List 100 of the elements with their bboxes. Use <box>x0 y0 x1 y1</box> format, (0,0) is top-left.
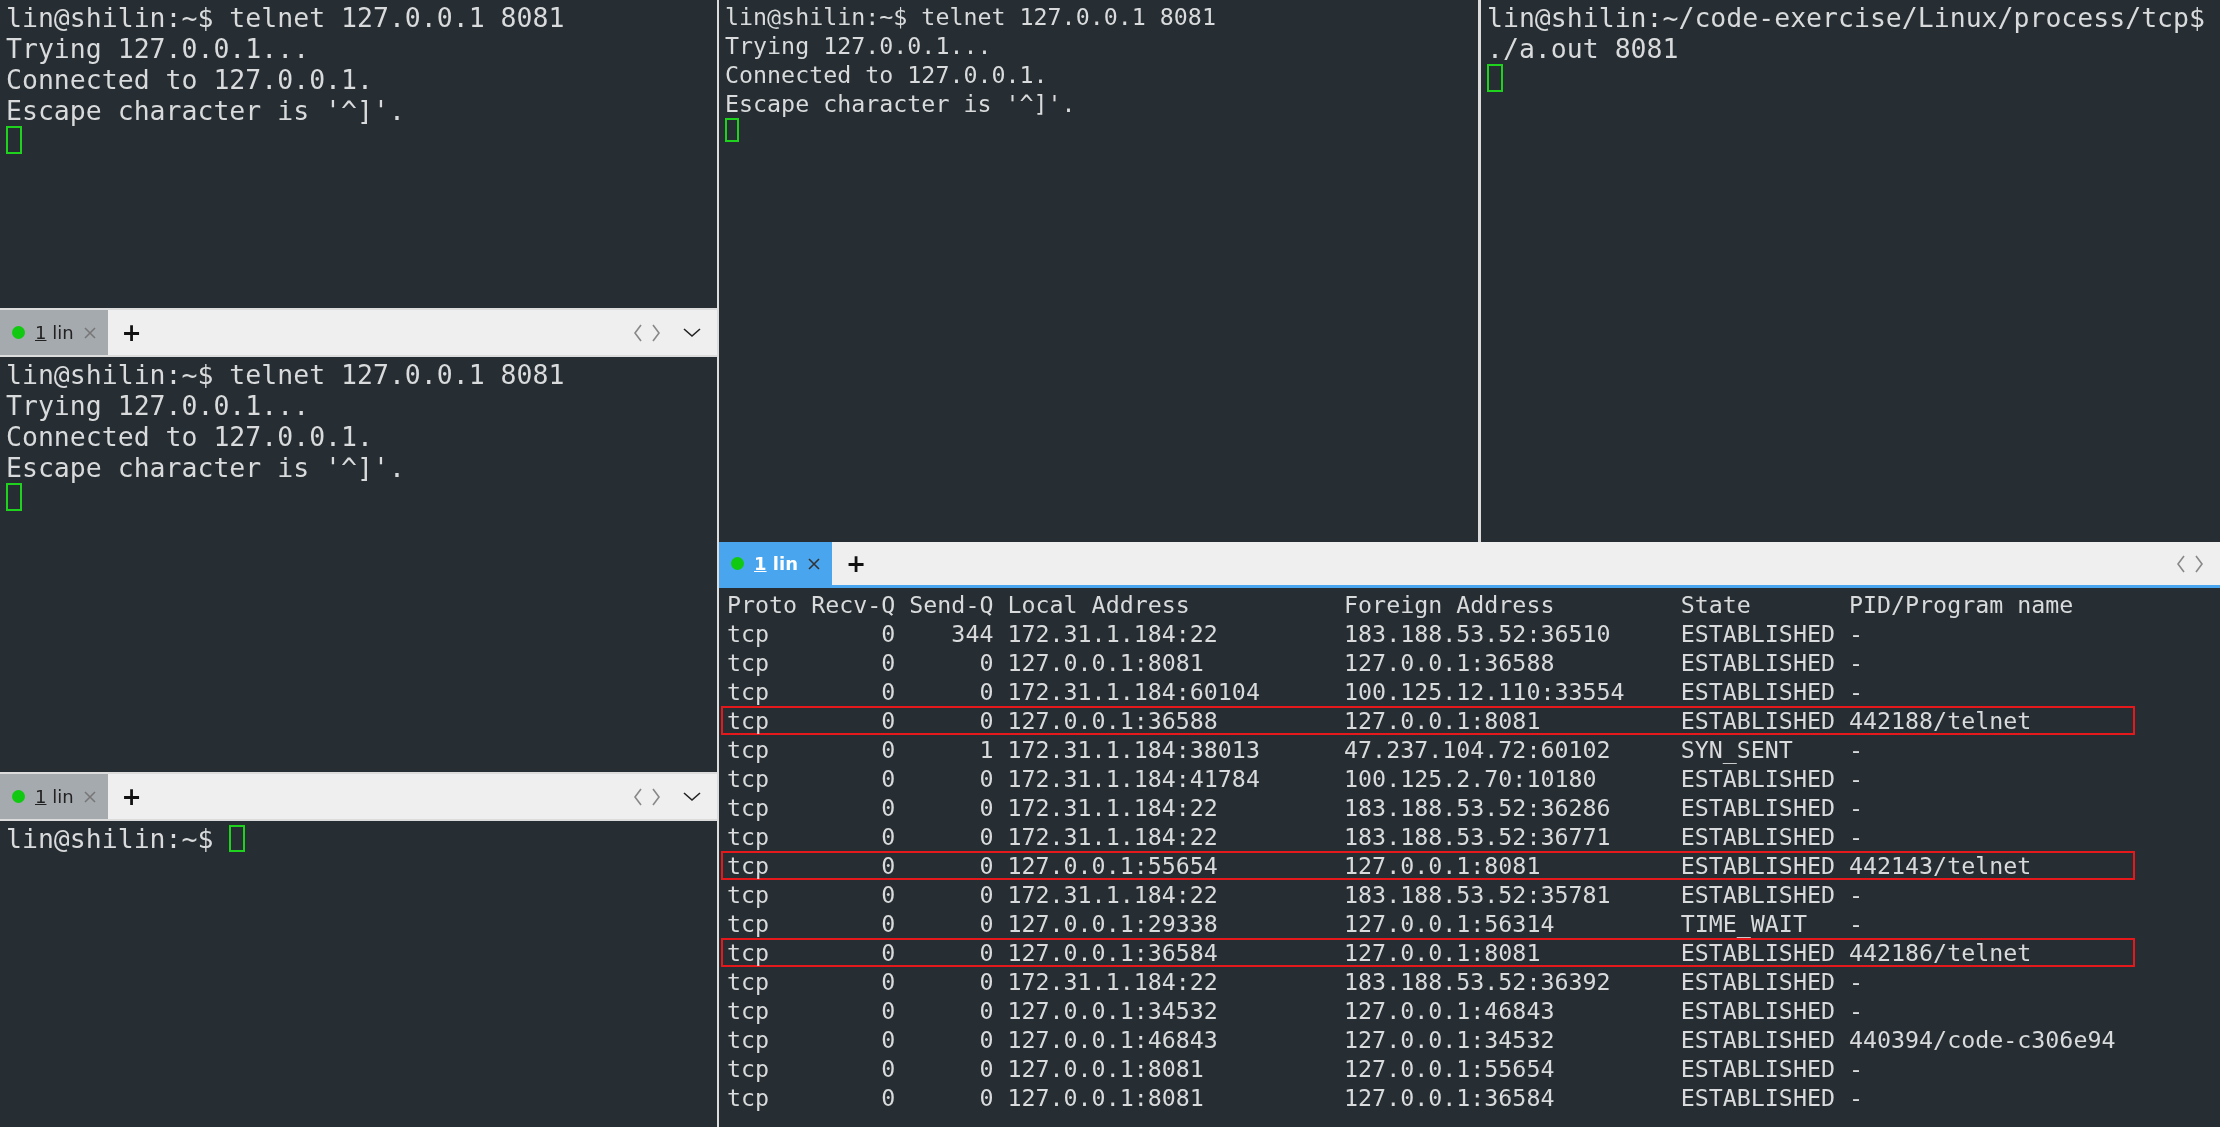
table-cell: 100.125.2.70:10180 <box>1344 765 1597 792</box>
table-cell: 127.0.0.1:56314 <box>1344 910 1555 937</box>
table-cell: ESTABLISHED <box>1680 997 1835 1024</box>
table-cell: 0 <box>881 1084 896 1111</box>
terminal-tab[interactable]: 1 lin <box>0 774 108 819</box>
terminal-line: Trying 127.0.0.1... <box>6 33 310 64</box>
chevron-down-icon[interactable] <box>683 791 701 802</box>
terminal-line: lin@shilin:~$ telnet 127.0.0.1 8081 <box>6 359 565 390</box>
terminal-line: Escape character is '^]'. <box>6 95 405 126</box>
table-cell: - <box>1848 823 1863 850</box>
terminal-pane[interactable]: lin@shilin:~$ telnet 127.0.0.1 8081 Trying 127.0.0.1... Connected to 127.0.0.1. Escape character is '^]'. <box>0 357 717 772</box>
table-cell: 1 <box>979 736 994 763</box>
table-cell: TIME_WAIT <box>1680 910 1807 937</box>
new-tab-button[interactable]: + <box>107 774 156 819</box>
table-cell: 0 <box>979 881 994 908</box>
table-cell: 0 <box>881 794 896 821</box>
table-cell: - <box>1848 968 1863 995</box>
chevron-left-icon[interactable] <box>633 787 643 806</box>
table-cell: 0 <box>979 678 994 705</box>
terminal-line: Connected to 127.0.0.1. <box>6 64 373 95</box>
table-cell: 0 <box>979 910 994 937</box>
table-cell: tcp <box>727 997 770 1024</box>
table-cell: 0 <box>979 1026 994 1053</box>
table-cell: ESTABLISHED <box>1680 968 1835 995</box>
table-cell: - <box>1848 1084 1863 1111</box>
terminal-line: Escape character is '^]'. <box>725 89 1076 118</box>
table-cell: ESTABLISHED <box>1680 678 1835 705</box>
column-header: PID/Program name <box>1848 591 2074 618</box>
chevron-right-icon[interactable] <box>2194 554 2204 573</box>
table-cell: 0 <box>881 707 896 734</box>
table-cell: 183.188.53.52:36392 <box>1344 968 1611 995</box>
table-cell: 127.0.0.1:55654 <box>1007 852 1218 879</box>
terminal-line: lin@shilin:~$ <box>6 823 215 854</box>
terminal-line: ./a.out 8081 <box>1487 33 1679 64</box>
table-cell: 0 <box>979 968 994 995</box>
table-cell: tcp <box>727 649 770 676</box>
table-cell: tcp <box>727 823 770 850</box>
table-cell: 127.0.0.1:46843 <box>1007 1026 1218 1053</box>
terminal-pane[interactable] <box>719 588 2220 1127</box>
table-cell: 127.0.0.1:29338 <box>1007 910 1218 937</box>
table-cell: 127.0.0.1:36588 <box>1344 649 1555 676</box>
terminal-line: Trying 127.0.0.1... <box>6 390 310 421</box>
terminal-pane[interactable]: lin@shilin:~/code-exercise/Linux/process/tcp$ ./a.out 8081 <box>1481 0 2220 542</box>
table-cell: 0 <box>979 1055 994 1082</box>
table-cell: 0 <box>979 649 994 676</box>
table-cell: tcp <box>727 1026 770 1053</box>
table-cell: 127.0.0.1:36584 <box>1007 939 1218 966</box>
column-header: Local Address <box>1007 591 1190 618</box>
table-cell: ESTABLISHED <box>1680 707 1835 734</box>
table-cell: tcp <box>727 620 770 647</box>
table-cell: 0 <box>979 823 994 850</box>
table-cell: ESTABLISHED <box>1680 1084 1835 1111</box>
close-icon[interactable] <box>807 557 820 570</box>
table-cell: 0 <box>979 707 994 734</box>
table-cell: 0 <box>881 968 896 995</box>
table-cell: ESTABLISHED <box>1680 939 1835 966</box>
table-cell: tcp <box>727 910 770 937</box>
table-cell: 0 <box>881 765 896 792</box>
chevron-down-icon[interactable] <box>683 327 701 338</box>
table-cell: 183.188.53.52:35781 <box>1344 881 1611 908</box>
table-cell: 0 <box>979 852 994 879</box>
table-cell: 183.188.53.52:36510 <box>1344 620 1611 647</box>
terminal-pane[interactable]: lin@shilin:~$ telnet 127.0.0.1 8081 Trying 127.0.0.1... Connected to 127.0.0.1. Escape character is '^]'. <box>0 0 717 308</box>
table-cell: 172.31.1.184:41784 <box>1007 765 1260 792</box>
table-cell: 172.31.1.184:22 <box>1007 968 1218 995</box>
table-cell: ESTABLISHED <box>1680 881 1835 908</box>
table-cell: ESTABLISHED <box>1680 765 1835 792</box>
terminal-pane[interactable]: lin@shilin:~$ <box>0 821 717 1127</box>
table-cell: 0 <box>881 678 896 705</box>
chevron-right-icon[interactable] <box>651 787 661 806</box>
table-cell: 344 <box>951 620 994 647</box>
table-cell: ESTABLISHED <box>1680 620 1835 647</box>
new-tab-button[interactable]: + <box>107 310 156 355</box>
table-cell: 440394/code-c306e94 <box>1848 1026 2116 1053</box>
table-cell: ESTABLISHED <box>1680 649 1835 676</box>
table-cell: 0 <box>979 765 994 792</box>
chevron-right-icon[interactable] <box>651 323 661 342</box>
table-cell: - <box>1848 997 1863 1024</box>
column-header: Recv-Q <box>811 591 896 618</box>
chevron-left-icon[interactable] <box>633 323 643 342</box>
column-header: State <box>1680 591 1751 618</box>
terminal-line: lin@shilin:~$ telnet 127.0.0.1 8081 <box>6 2 565 33</box>
table-cell: tcp <box>727 765 770 792</box>
table-cell: 0 <box>881 649 896 676</box>
status-dot <box>12 790 25 803</box>
table-cell: 127.0.0.1:8081 <box>1007 1084 1204 1111</box>
table-cell: 0 <box>881 823 896 850</box>
table-cell: 442186/telnet <box>1848 939 2032 966</box>
table-cell: 0 <box>881 881 896 908</box>
table-cell: 172.31.1.184:22 <box>1007 620 1218 647</box>
new-tab-button[interactable]: + <box>831 542 881 585</box>
status-dot <box>731 557 744 570</box>
table-cell: 172.31.1.184:60104 <box>1007 678 1260 705</box>
terminal-pane[interactable]: lin@shilin:~$ telnet 127.0.0.1 8081 Trying 127.0.0.1... Connected to 127.0.0.1. Escape character is '^]'. <box>719 0 1478 542</box>
table-cell: tcp <box>727 939 770 966</box>
table-cell: 442188/telnet <box>1848 707 2032 734</box>
terminal-tab[interactable]: 1 lin <box>0 310 108 355</box>
table-cell: - <box>1848 620 1863 647</box>
table-cell: - <box>1848 736 1863 763</box>
chevron-left-icon[interactable] <box>2176 554 2186 573</box>
